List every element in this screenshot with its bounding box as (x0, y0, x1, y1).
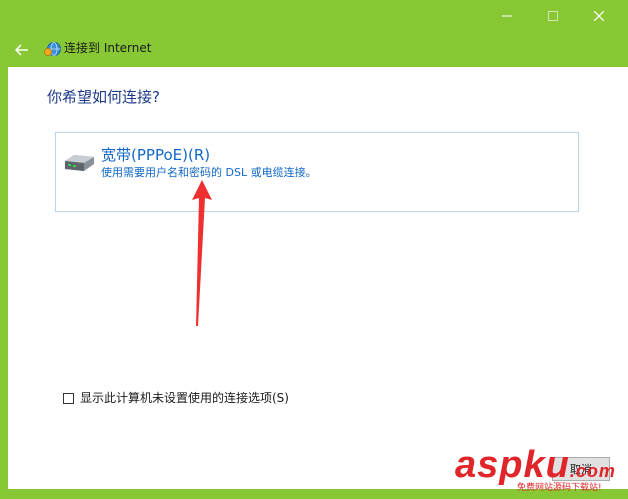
title-bar (0, 0, 628, 32)
back-arrow-icon (15, 44, 28, 56)
show-unconfigured-options-row[interactable]: 显示此计算机未设置使用的连接选项(S) (63, 391, 289, 405)
network-globe-icon (44, 42, 61, 56)
wizard-content: 你希望如何连接? 宽带(PPPoE)(R) 使用需要用户名和密码的 DSL 或电… (8, 67, 628, 489)
option-title: 宽带(PPPoE)(R) (101, 146, 211, 164)
maximize-icon (548, 11, 558, 21)
show-unconfigured-options-checkbox[interactable] (63, 392, 74, 404)
annotation-arrow (192, 180, 212, 326)
connect-internet-window: 连接到 Internet 你希望如何连接? 宽带(PPPoE)(R) 使用需要用… (0, 0, 628, 499)
close-icon (594, 11, 604, 21)
modem-icon (65, 155, 94, 171)
checkbox-label: 显示此计算机未设置使用的连接选项(S) (80, 391, 289, 405)
minimize-button[interactable] (484, 0, 530, 32)
page-heading: 你希望如何连接? (47, 88, 160, 106)
wizard-title: 连接到 Internet (64, 41, 152, 55)
back-button[interactable] (10, 38, 34, 62)
minimize-icon (502, 15, 512, 17)
watermark-logo: aspku.com 免费网站源码下载站! (455, 445, 625, 497)
close-button[interactable] (576, 0, 622, 32)
watermark-subtitle: 免费网站源码下载站! (517, 483, 602, 493)
wizard-nav-bar: 连接到 Internet (0, 32, 628, 67)
maximize-button[interactable] (530, 0, 576, 32)
option-description: 使用需要用户名和密码的 DSL 或电缆连接。 (101, 166, 317, 179)
broadband-pppoe-option[interactable]: 宽带(PPPoE)(R) 使用需要用户名和密码的 DSL 或电缆连接。 (55, 132, 579, 212)
